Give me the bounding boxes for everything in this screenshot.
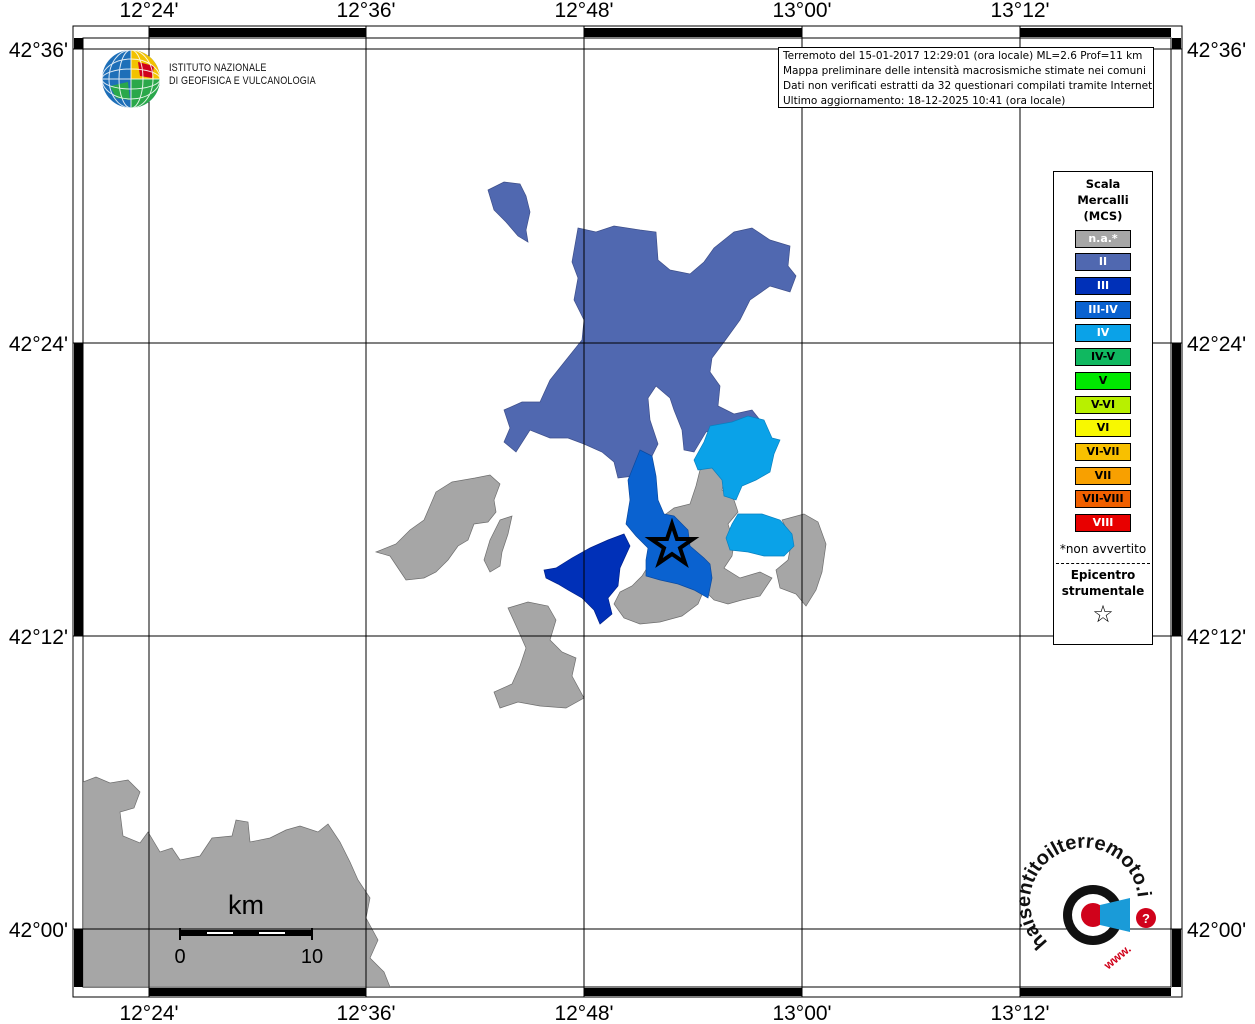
lon-label: 13°00': [772, 1002, 831, 1024]
lat-label: 42°36': [1187, 39, 1246, 62]
lon-label: 13°12': [990, 1002, 1049, 1024]
legend-epicenter-star-icon: ☆: [1092, 599, 1114, 628]
legend-swatch: V: [1075, 371, 1131, 390]
legend-swatch: IV: [1075, 324, 1131, 343]
legend-swatch: VI: [1075, 419, 1131, 438]
legend-title-line: (MCS): [1083, 209, 1123, 223]
legend-swatch: VIII: [1075, 513, 1131, 532]
lon-label: 12°48': [554, 1002, 613, 1024]
event-info-line: Terremoto del 15-01-2017 12:29:01 (ora l…: [783, 50, 1143, 62]
ingv-name-line1: ISTITUTO NAZIONALE: [169, 62, 267, 74]
lat-labels-right: 42°36' 42°24' 42°12' 42°00': [1187, 39, 1246, 942]
scale-bar-unit: km: [228, 890, 264, 920]
lon-label: 12°24': [119, 0, 178, 22]
lat-label: 42°24': [1187, 333, 1246, 356]
legend-swatch: II: [1075, 253, 1131, 272]
ingv-globe-icon: [101, 49, 161, 109]
lat-label: 42°12': [9, 626, 68, 649]
legend-epicenter-line: strumentale: [1061, 583, 1145, 598]
legend-note: *non avvertito: [1059, 541, 1147, 556]
event-info-box: Terremoto del 15-01-2017 12:29:01 (ora l…: [778, 47, 1154, 108]
lon-label: 12°24': [119, 1002, 178, 1024]
scale-bar-end: 10: [301, 946, 323, 968]
legend-epicenter-label: Epicentro strumentale: [1054, 567, 1152, 599]
lon-label: 13°00': [772, 0, 831, 22]
legend-swatch: VI-VII: [1075, 442, 1131, 461]
lon-label: 12°36': [336, 0, 395, 22]
legend-swatch: n.a.*: [1075, 229, 1131, 248]
scale-bar-start: 0: [174, 946, 185, 968]
legend-separator: [1056, 562, 1150, 564]
legend-title-line: Mercalli: [1077, 193, 1129, 207]
event-info-line: Ultimo aggiornamento: 18-12-2025 10:41 (…: [783, 95, 1066, 107]
ingv-name-line2: DI GEOFISICA E VULCANOLOGIA: [169, 75, 316, 87]
legend-swatch: VII-VIII: [1075, 490, 1131, 509]
lon-labels-bottom: 12°24' 12°36' 12°48' 13°00' 13°12': [119, 1002, 1049, 1024]
ingv-name: ISTITUTO NAZIONALE DI GEOFISICA E VULCAN…: [169, 62, 316, 88]
legend-items: n.a.* II III III-IV IV IV-V V V-VI VI VI-VII VII VI…: [1054, 229, 1152, 532]
svg-text:?: ?: [1142, 911, 1150, 926]
lon-label: 12°36': [336, 1002, 395, 1024]
lat-label: 42°12': [1187, 626, 1246, 649]
legend-epicenter-line: Epicentro: [1070, 567, 1136, 582]
legend-swatch: V-VI: [1075, 395, 1131, 414]
lon-labels-top: 12°24' 12°36' 12°48' 13°00' 13°12': [119, 0, 1049, 22]
lat-label: 42°36': [9, 39, 68, 62]
ingv-logo: ISTITUTO NAZIONALE DI GEOFISICA E VULCAN…: [100, 48, 316, 110]
lat-labels-left: 42°36' 42°24' 42°12' 42°00': [9, 39, 68, 942]
intensity-legend: Scala Mercalli (MCS) n.a.* II III III-IV IV I…: [1053, 171, 1153, 645]
legend-title: Scala Mercalli (MCS): [1054, 176, 1152, 224]
lon-label: 12°48': [554, 0, 613, 22]
lat-label: 42°24': [9, 333, 68, 356]
legend-title-line: Scala: [1085, 177, 1121, 191]
event-info-line: Mappa preliminare delle intensità macros…: [783, 65, 1146, 77]
legend-swatch: VII: [1075, 466, 1131, 485]
legend-swatch: IV-V: [1075, 348, 1131, 367]
lat-label: 42°00': [9, 919, 68, 942]
lat-label: 42°00': [1187, 919, 1246, 942]
lon-label: 13°12': [990, 0, 1049, 22]
event-info-line: Dati non verificati estratti da 32 quest…: [783, 80, 1154, 92]
legend-swatch: III-IV: [1075, 300, 1131, 319]
legend-swatch: III: [1075, 277, 1131, 296]
